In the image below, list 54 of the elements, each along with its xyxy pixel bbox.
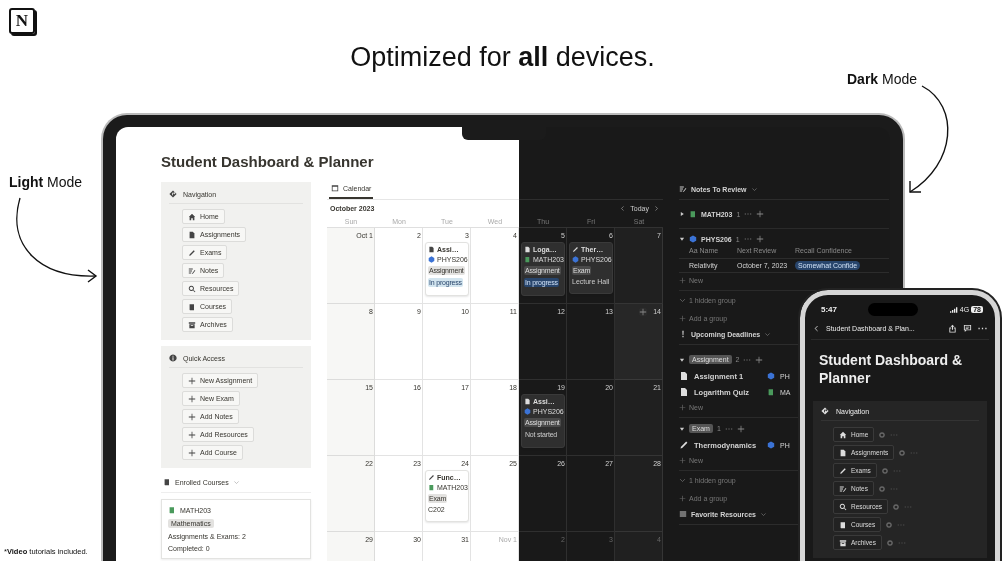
triangle-down-icon[interactable]: [679, 236, 685, 242]
diamond-icon: [169, 190, 177, 198]
pencil-icon: [188, 248, 196, 257]
back-icon[interactable]: [813, 325, 820, 332]
chevron-down-icon: [679, 477, 686, 484]
page-icon: [524, 398, 531, 405]
info-icon: [169, 354, 177, 362]
triangle-down-icon[interactable]: [679, 425, 685, 432]
plus-icon[interactable]: [639, 307, 648, 316]
pencil-icon: [572, 246, 579, 253]
triangle-down-icon[interactable]: [679, 356, 685, 363]
chevron-down-icon: [760, 510, 767, 518]
page-title: Student Dashboard & Planner: [161, 153, 375, 170]
book-icon: [163, 478, 171, 486]
pencil-icon: [839, 466, 847, 475]
chevron-down-icon: [679, 297, 686, 304]
page-icon: [524, 246, 531, 253]
book-icon: [839, 520, 847, 529]
logo: N: [9, 8, 35, 34]
plus-icon: [679, 457, 686, 464]
page-title: Student Dashboard & Planner: [819, 352, 964, 387]
light-mode-label: Light Mode: [9, 174, 83, 190]
pencil-icon: [428, 474, 435, 481]
chevron-down-icon: [764, 330, 772, 338]
plus-icon: [679, 495, 686, 502]
pencil-icon: [679, 440, 689, 450]
chevron-right-icon[interactable]: [653, 205, 660, 212]
exclamation-icon: [679, 330, 687, 338]
diamond-icon: [821, 407, 829, 415]
chevron-down-icon: [750, 185, 758, 193]
dark-mode-label: Dark Mode: [847, 71, 918, 87]
plus-icon: [679, 315, 686, 322]
search-icon: [188, 284, 196, 293]
headline: Optimized for all devices.: [350, 42, 655, 73]
search-icon: [839, 502, 847, 511]
chevron-left-icon[interactable]: [619, 205, 627, 212]
archive-icon: [188, 320, 196, 329]
signal-icon: [949, 306, 958, 313]
share-icon[interactable]: [948, 324, 957, 333]
home-icon: [188, 212, 196, 221]
home-icon: [839, 430, 847, 439]
plus-icon: [679, 277, 686, 284]
chevron-down-icon: [232, 478, 240, 486]
status-time: 5:47: [821, 305, 837, 314]
comment-icon[interactable]: [963, 324, 972, 333]
calendar-icon: [331, 184, 339, 192]
dynamic-island: [868, 303, 919, 316]
plus-icon: [679, 404, 686, 411]
triangle-right-icon[interactable]: [679, 211, 685, 217]
archive-icon: [839, 538, 847, 547]
page-icon: [188, 230, 196, 239]
page-icon: [428, 246, 435, 253]
book-icon: [188, 302, 196, 311]
page-icon: [839, 448, 847, 457]
